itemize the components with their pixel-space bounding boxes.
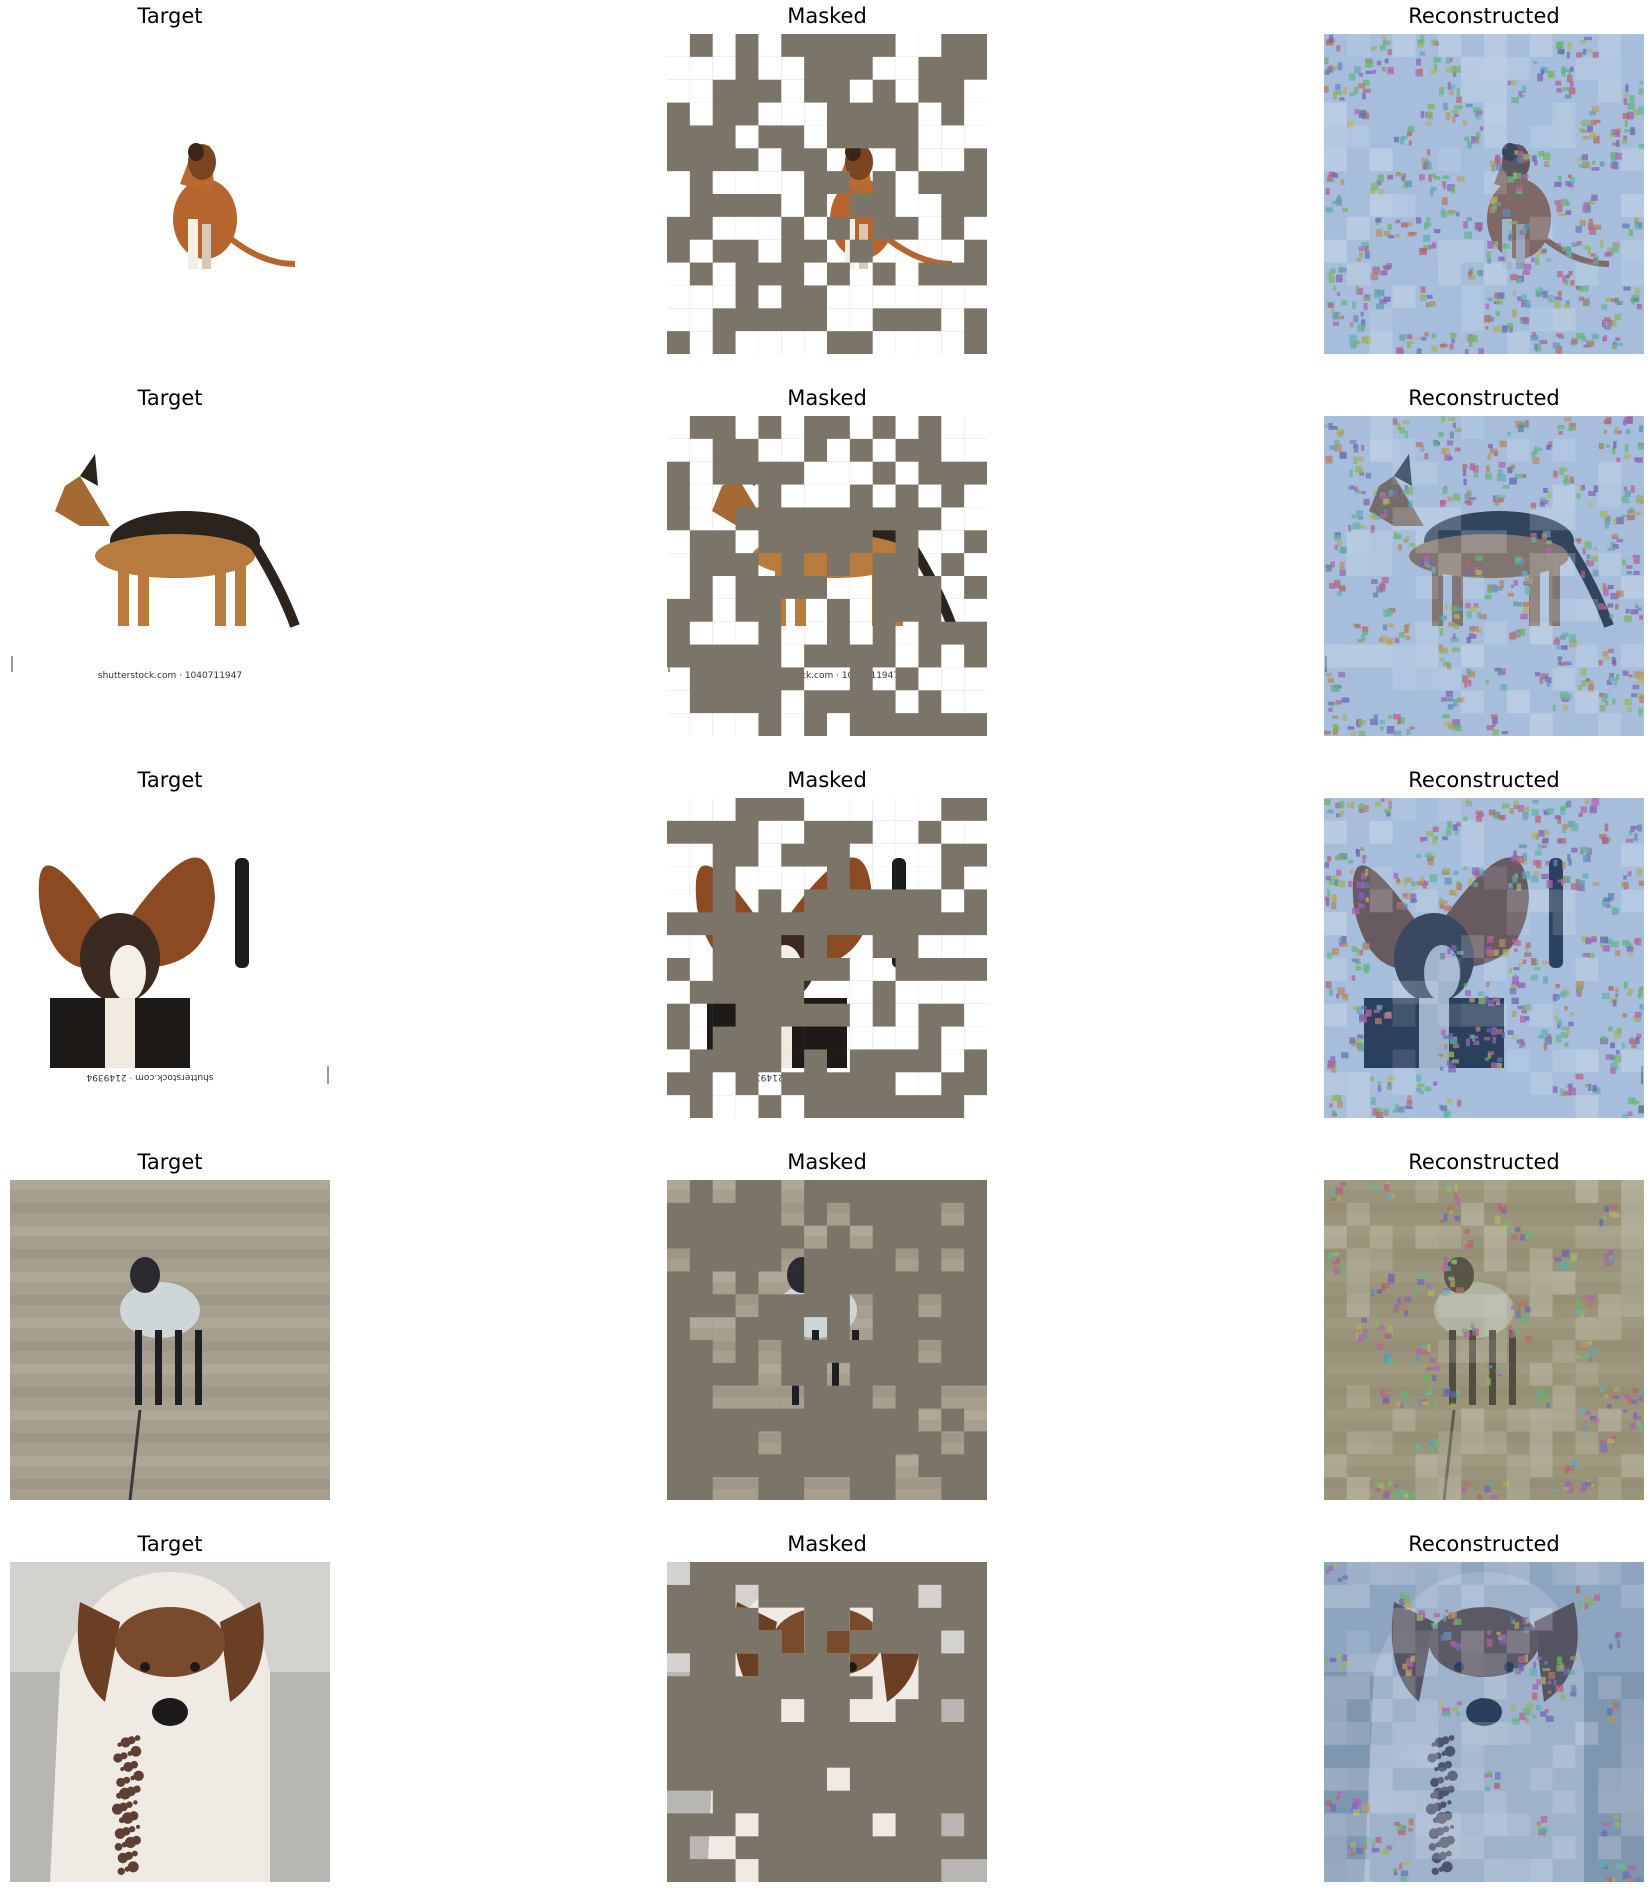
mae-reconstruction-figure: Target Masked Reconstructed Target Masked Rec… xyxy=(0,0,1651,1892)
target-title: Target xyxy=(137,1532,203,1556)
target-image xyxy=(10,1562,330,1882)
reconstructed-image xyxy=(1324,1180,1644,1500)
reconstructed-title: Reconstructed xyxy=(1408,768,1560,792)
svg-text:shutterstock.com · 1040711947: shutterstock.com · 1040711947 xyxy=(98,671,242,681)
target-image: shutterstock.com · 1040711947 xyxy=(10,416,330,736)
masked-image: shutterstock.com · 1040711947 xyxy=(667,416,987,736)
masked-title: Masked xyxy=(787,1150,867,1174)
target-title: Target xyxy=(137,4,203,28)
masked-image: shutterstock.com · 2149394 xyxy=(667,798,987,1118)
reconstructed-title: Reconstructed xyxy=(1408,386,1560,410)
svg-text:shutterstock.com · 2149394: shutterstock.com · 2149394 xyxy=(86,1072,213,1082)
dog-floppy-ears-with-phone-photo: shutterstock.com · 2149394 xyxy=(10,798,330,1118)
target-title: Target xyxy=(137,386,203,410)
reconstructed-title: Reconstructed xyxy=(1408,1150,1560,1174)
masked-title: Masked xyxy=(787,386,867,410)
dog-on-beach-water-photo xyxy=(10,1180,330,1500)
target-image: shutterstock.com · 2149394 xyxy=(10,798,330,1118)
masked-image xyxy=(667,1562,987,1882)
dog-boxer-sitting-photo xyxy=(10,34,330,354)
target-title: Target xyxy=(137,1150,203,1174)
masked-title: Masked xyxy=(787,1532,867,1556)
mask-fill xyxy=(667,1562,987,1882)
reconstructed-title: Reconstructed xyxy=(1408,4,1560,28)
reconstructed-image xyxy=(1324,1562,1644,1882)
dog-german-shepherd-standing-photo: shutterstock.com · 1040711947 xyxy=(10,416,330,736)
reconstructed-title: Reconstructed xyxy=(1408,1532,1560,1556)
masked-image xyxy=(667,34,987,354)
dog-spotted-lying-photo xyxy=(10,1562,330,1882)
target-image xyxy=(10,1180,330,1500)
masked-title: Masked xyxy=(787,768,867,792)
reconstructed-image xyxy=(1324,416,1644,736)
target-title: Target xyxy=(137,768,203,792)
masked-title: Masked xyxy=(787,4,867,28)
reconstructed-image xyxy=(1324,34,1644,354)
target-image xyxy=(10,34,330,354)
reconstructed-image xyxy=(1324,798,1644,1118)
masked-image xyxy=(667,1180,987,1500)
